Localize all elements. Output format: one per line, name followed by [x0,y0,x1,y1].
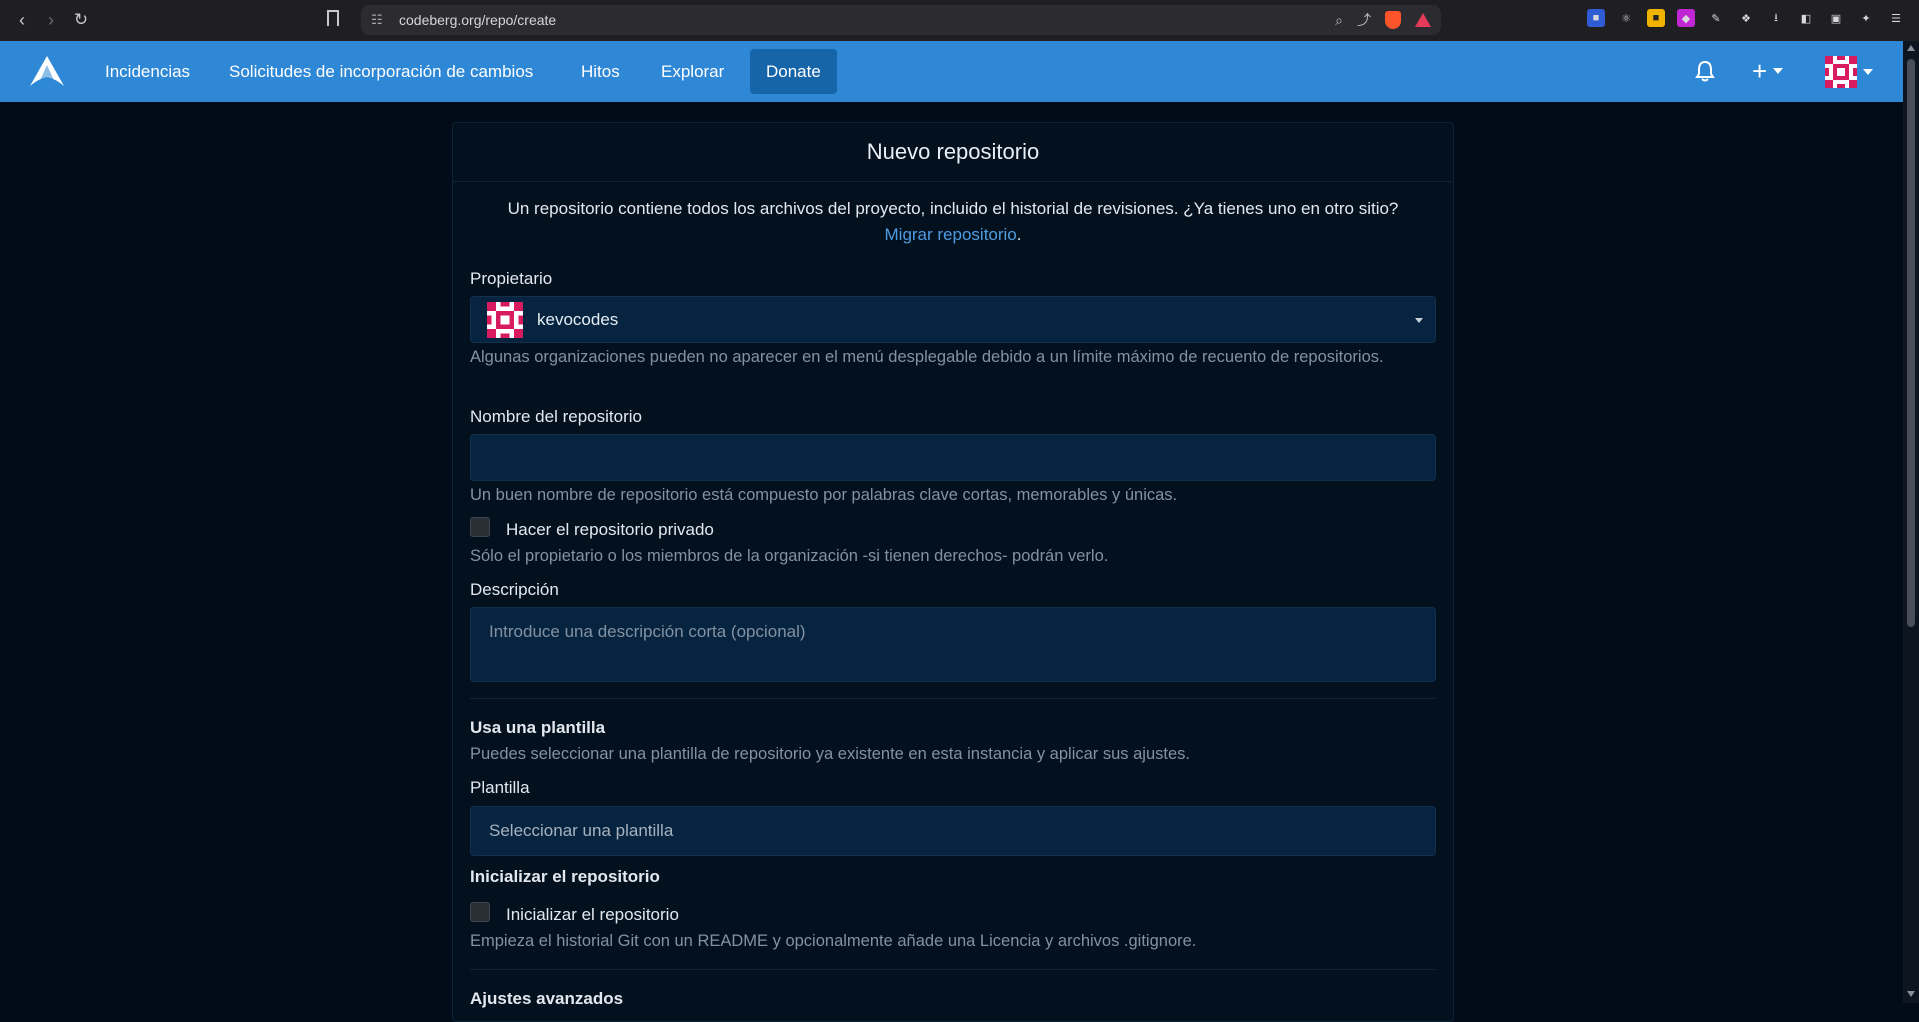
create-menu-button[interactable]: + [1752,56,1796,86]
avatar [1825,56,1857,88]
color-picker-icon[interactable]: ✎ [1707,9,1725,27]
description-label: Descripción [470,580,559,599]
navbar-item-pull-requests[interactable]: Solicitudes de incorporación de cambios [217,41,545,102]
repo-name-help: Un buen nombre de repositorio está compu… [470,486,1178,504]
navbar-item-issues[interactable]: Incidencias [93,41,202,102]
init-checkbox[interactable] [470,902,490,922]
sidebar-icon[interactable]: ◧ [1797,9,1815,27]
chevron-down-icon [1773,68,1784,74]
init-label[interactable]: Inicializar el repositorio [506,905,679,925]
zoom-icon[interactable]: ⌕ [1335,12,1343,29]
init-heading: Inicializar el repositorio [470,867,660,886]
page-scrollbar[interactable] [1903,41,1919,1003]
donate-button[interactable]: Donate [750,49,837,94]
owner-value: kevocodes [537,309,619,329]
bitwarden-icon[interactable]: ■ [1587,9,1605,27]
repo-name-label: Nombre del repositorio [470,407,642,426]
description-placeholder: Introduce una descripción corta (opciona… [489,622,806,641]
browser-toolbar: ‹ › ↻ ☷ codeberg.org/repo/create ⌕ ⤴ ■ ⚛… [0,0,1919,41]
share-icon[interactable]: ⤴ [1357,10,1371,30]
codeberg-logo-icon[interactable] [28,53,66,89]
scrollbar-thumb[interactable] [1907,59,1915,627]
wallet-icon[interactable]: ▣ [1827,9,1845,27]
notifications-bell-icon[interactable] [1694,59,1716,83]
scroll-down-icon[interactable] [1907,991,1915,997]
scroll-up-icon[interactable] [1907,45,1915,51]
chevron-down-icon [1863,69,1873,75]
download-icon[interactable]: ⭳ [1767,9,1785,27]
repo-name-input[interactable] [470,434,1436,481]
extension-icon[interactable]: ◆ [1677,9,1695,27]
template-heading: Usa una plantilla [470,718,606,737]
migrate-repo-link[interactable]: Migrar repositorio [885,225,1017,244]
address-bar[interactable]: ☷ codeberg.org/repo/create ⌕ ⤴ [361,5,1441,35]
navbar-item-explore[interactable]: Explorar [649,41,736,102]
owner-avatar [487,301,523,338]
section-divider [470,698,1436,699]
owner-label: Propietario [470,269,553,288]
brave-rewards-icon[interactable] [1415,13,1431,27]
site-navbar: Incidencias Solicitudes de incorporación… [0,41,1903,102]
menu-icon[interactable]: ☰ [1887,9,1905,27]
advanced-settings-heading[interactable]: Ajustes avanzados [470,989,623,1009]
extensions-tray: ■ ⚛ ■ ◆ ✎ ❖ ⭳ ◧ ▣ ✦ ☰ [1587,9,1905,27]
new-repo-form-card: Nuevo repositorio Un repositorio contien… [452,122,1454,1022]
template-placeholder: Seleccionar una plantilla [489,821,674,840]
chevron-down-icon [1415,318,1423,323]
brave-shield-icon[interactable] [1385,11,1401,29]
user-menu-button[interactable] [1825,55,1881,89]
template-label: Plantilla [470,778,530,797]
private-help: Sólo el propietario o los miembros de la… [470,547,1109,565]
react-devtools-icon[interactable]: ⚛ [1617,9,1635,27]
intro-description: Un repositorio contiene todos los archiv… [507,199,1399,218]
bookmark-icon[interactable] [327,10,339,26]
owner-select[interactable]: kevocodes [470,296,1436,343]
url-text[interactable]: codeberg.org/repo/create [399,12,1335,28]
leo-ai-icon[interactable]: ✦ [1857,9,1875,27]
description-textarea[interactable]: Introduce una descripción corta (opciona… [470,607,1436,682]
plus-icon: + [1752,56,1768,86]
section-divider [470,969,1436,970]
page-title: Nuevo repositorio [453,123,1453,182]
owner-help: Algunas organizaciones pueden no aparece… [470,348,1384,366]
private-label[interactable]: Hacer el repositorio privado [506,520,714,540]
site-info-icon[interactable]: ☷ [371,12,393,28]
forward-icon[interactable]: › [37,6,65,34]
intro-period: . [1016,225,1022,244]
template-help: Puedes seleccionar una plantilla de repo… [470,745,1190,763]
back-icon[interactable]: ‹ [8,6,36,34]
init-help: Empieza el historial Git con un README y… [470,932,1197,950]
navbar-item-milestones[interactable]: Hitos [569,41,632,102]
reload-icon[interactable]: ↻ [67,6,95,34]
private-checkbox[interactable] [470,517,490,537]
extension-icon[interactable]: ■ [1647,9,1665,27]
puzzle-icon[interactable]: ❖ [1737,9,1755,27]
intro-text: Un repositorio contiene todos los archiv… [453,196,1453,248]
template-select[interactable]: Seleccionar una plantilla [470,806,1436,856]
